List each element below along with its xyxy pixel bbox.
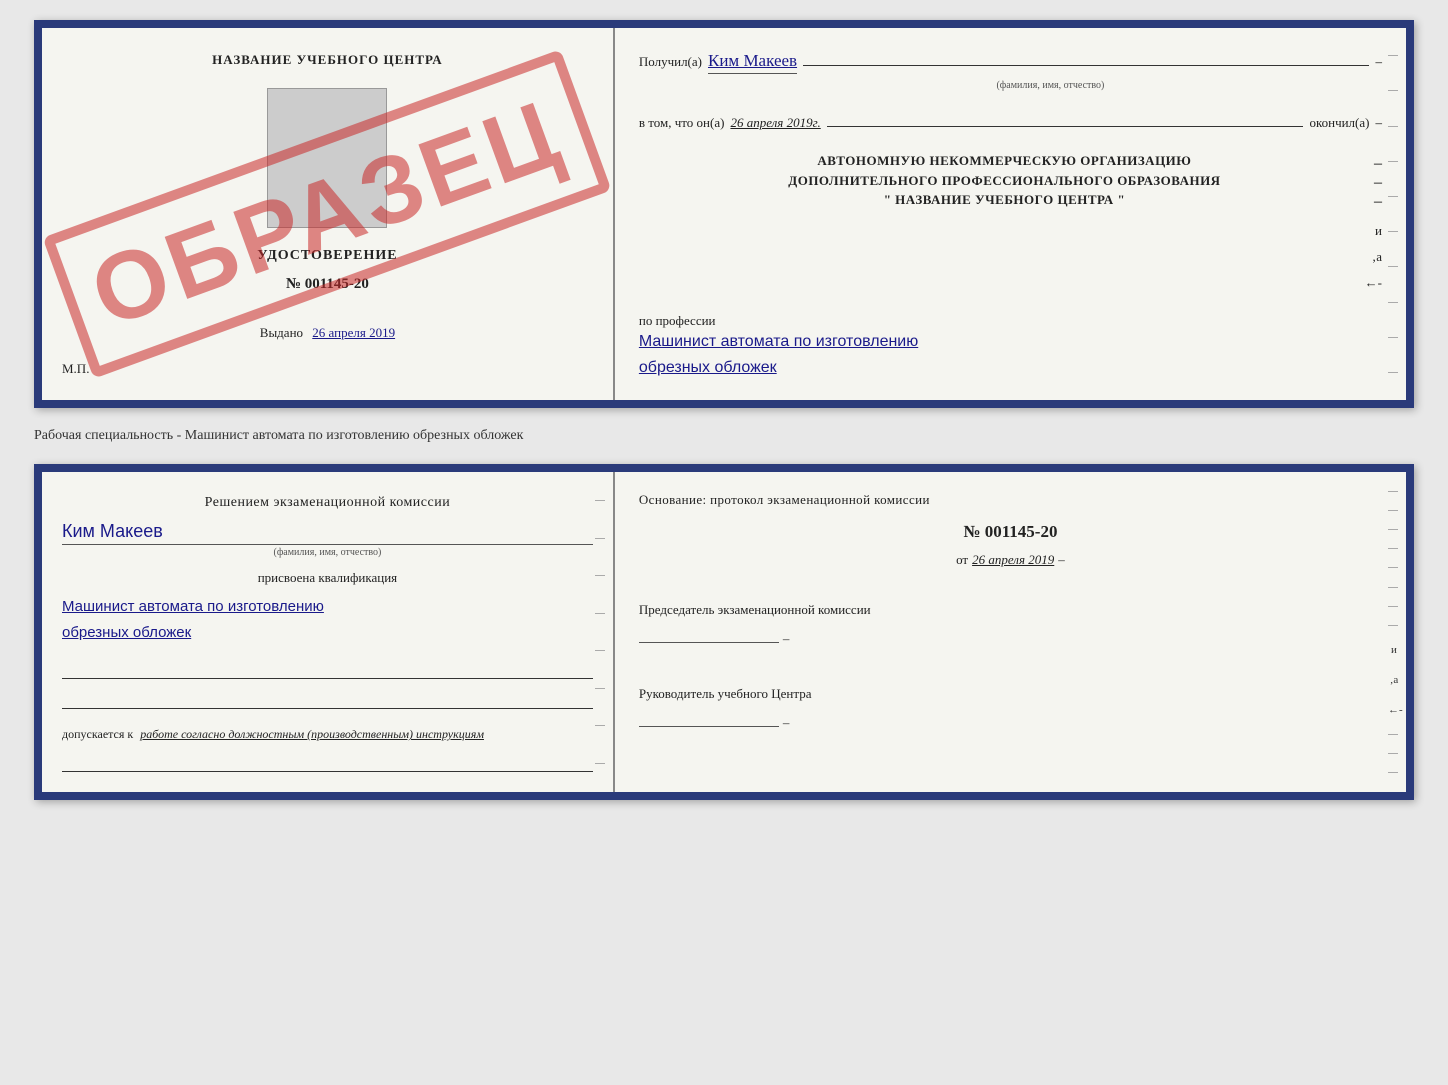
blank-line-2 (62, 691, 593, 709)
side-line (1388, 196, 1398, 197)
chairman-label-text: Председатель экзаменационной комиссии (639, 602, 871, 617)
top-doc-left: НАЗВАНИЕ УЧЕБНОГО ЦЕНТРА УДОСТОВЕРЕНИЕ №… (42, 28, 615, 400)
admission-block: допускается к работе согласно должностны… (62, 727, 593, 742)
received-row: Получил(а) Ким Макеев – (639, 48, 1382, 74)
bottom-left-side-lines (595, 482, 607, 782)
admission-value: работе согласно должностным (производств… (140, 727, 484, 741)
chairman-sig-line (639, 625, 779, 643)
protocol-date-row: от 26 апреля 2019 – (639, 552, 1382, 568)
director-label-text: Руководитель учебного Центра (639, 686, 812, 701)
org-dashes: – – – (1374, 151, 1382, 211)
date-underline (827, 109, 1304, 127)
bottom-doc-left: Решением экзаменационной комиссии Ким Ма… (42, 472, 615, 792)
chairman-label: Председатель экзаменационной комиссии – (639, 600, 1382, 650)
bottom-name: Ким Макеев (62, 521, 593, 542)
back-row: ←- (639, 275, 1382, 291)
profession-line1: Машинист автомата по изготовлению (639, 329, 1382, 355)
bottom-name-sublabel: (фамилия, имя, отчество) (62, 544, 593, 558)
bottom-doc-right: Основание: протокол экзаменационной коми… (615, 472, 1406, 792)
side-line (1388, 90, 1398, 91)
blank-line-3 (62, 754, 593, 772)
date-prefix: от (956, 552, 968, 568)
and-row: и (639, 223, 1382, 239)
recipient-sublabel: (фамилия, имя, отчество) (719, 80, 1382, 91)
side-line (1388, 126, 1398, 127)
side-arrow: ←- (1388, 704, 1400, 716)
side-и: и (1388, 644, 1400, 656)
decision-text: Решением экзаменационной комиссии (62, 492, 593, 513)
dash-right-1: – (1375, 54, 1382, 70)
a-row: ‚а (639, 249, 1382, 265)
top-document: НАЗВАНИЕ УЧЕБНОГО ЦЕНТРА УДОСТОВЕРЕНИЕ №… (34, 20, 1414, 408)
org-line3: " НАЗВАНИЕ УЧЕБНОГО ЦЕНТРА " (639, 190, 1370, 210)
blank-line-1 (62, 661, 593, 679)
a-label: ‚а (1372, 249, 1382, 265)
date-value: 26 апреля 2019г. (730, 115, 820, 131)
back-label: ←- (1365, 275, 1382, 291)
chairman-sig-row: – (639, 621, 1382, 650)
qual-line1: Машинист автомата по изготовлению (62, 594, 593, 620)
photo-area (267, 88, 387, 228)
admission-label: допускается к (62, 727, 133, 741)
qualification-label: присвоена квалификация (62, 570, 593, 586)
org-line1: АВТОНОМНУЮ НЕКОММЕРЧЕСКУЮ ОРГАНИЗАЦИЮ (639, 151, 1370, 171)
date-label: в том, что он(а) (639, 115, 725, 131)
issued-row: Выдано 26 апреля 2019 (62, 325, 593, 341)
top-left-title: НАЗВАНИЕ УЧЕБНОГО ЦЕНТРА (62, 52, 593, 68)
chairman-dash: – (783, 629, 790, 650)
bottom-document: Решением экзаменационной комиссии Ким Ма… (34, 464, 1414, 800)
finished-label: окончил(а) (1309, 115, 1369, 131)
mp-label: М.П. (62, 361, 593, 377)
side-line (1388, 372, 1398, 373)
date-row: в том, что он(а) 26 апреля 2019г. окончи… (639, 109, 1382, 131)
qualification-block: Машинист автомата по изготовлению обрезн… (62, 594, 593, 645)
protocol-date-value: 26 апреля 2019 (972, 552, 1054, 568)
side-line (1388, 337, 1398, 338)
director-sig-line (639, 709, 779, 727)
name-field-block: Ким Макеев (фамилия, имя, отчество) (62, 521, 593, 558)
side-line (1388, 266, 1398, 267)
director-sig-row: – (639, 705, 1382, 734)
side-а: ‚а (1388, 674, 1400, 686)
org-block: АВТОНОМНУЮ НЕКОММЕРЧЕСКУЮ ОРГАНИЗАЦИЮ ДО… (639, 151, 1382, 211)
basis-title: Основание: протокол экзаменационной коми… (639, 492, 1382, 508)
org-line2: ДОПОЛНИТЕЛЬНОГО ПРОФЕССИОНАЛЬНОГО ОБРАЗО… (639, 171, 1370, 191)
doc-type-label: УДОСТОВЕРЕНИЕ (62, 248, 593, 264)
chairman-block: Председатель экзаменационной комиссии – (639, 592, 1382, 650)
side-line (1388, 55, 1398, 56)
protocol-dash: – (1058, 552, 1065, 568)
director-block: Руководитель учебного Центра – (639, 676, 1382, 734)
underline-after-name (803, 48, 1369, 66)
recipient-name: Ким Макеев (708, 51, 797, 74)
side-line (1388, 161, 1398, 162)
director-dash: – (783, 713, 790, 734)
issued-label: Выдано (260, 325, 303, 340)
bottom-right-side-lines: и ‚а ←- (1388, 482, 1400, 782)
side-line (1388, 231, 1398, 232)
profession-line2: обрезных обложек (639, 355, 1382, 381)
issued-date: 26 апреля 2019 (312, 325, 395, 340)
profession-label: по профессии (639, 313, 1382, 329)
side-line (1388, 302, 1398, 303)
director-label: Руководитель учебного Центра – (639, 684, 1382, 734)
between-label: Рабочая специальность - Машинист автомат… (34, 424, 1414, 448)
and-label: и (1375, 223, 1382, 239)
org-text: АВТОНОМНУЮ НЕКОММЕРЧЕСКУЮ ОРГАНИЗАЦИЮ ДО… (639, 151, 1370, 210)
profession-block: по профессии Машинист автомата по изгото… (639, 307, 1382, 380)
right-side-lines (1388, 38, 1400, 390)
top-doc-right: Получил(а) Ким Макеев – (фамилия, имя, о… (615, 28, 1406, 400)
doc-number: № 001145-20 (62, 276, 593, 293)
dash-right-2: – (1375, 115, 1382, 131)
protocol-number: № 001145-20 (639, 522, 1382, 542)
received-label: Получил(а) (639, 54, 702, 70)
qual-line2: обрезных обложек (62, 620, 593, 646)
